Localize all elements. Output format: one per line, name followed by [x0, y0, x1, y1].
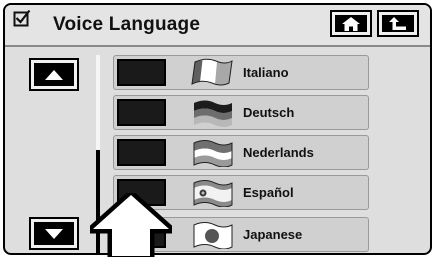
language-item-nederlands[interactable]: Nederlands [113, 135, 369, 170]
checkbox-checked-icon [13, 9, 31, 27]
page-title: Voice Language [53, 14, 201, 35]
spain-flag-icon [193, 180, 233, 207]
japan-flag-icon [193, 222, 233, 249]
selection-box [117, 139, 166, 166]
language-label: Italiano [243, 65, 289, 80]
scroll-down-button[interactable] [29, 217, 79, 250]
header-divider [5, 45, 430, 47]
language-label: Nederlands [243, 145, 314, 160]
language-label: Japanese [243, 227, 303, 242]
netherlands-flag-icon [193, 140, 233, 167]
germany-flag-icon [194, 100, 232, 127]
voice-language-screen: Voice Language Italiano Deutsch Nederlan… [3, 3, 432, 255]
back-button[interactable] [377, 10, 419, 37]
triangle-up-icon [45, 69, 63, 80]
scroll-up-button[interactable] [29, 58, 79, 91]
italy-flag-icon [191, 58, 233, 86]
language-label: Español [243, 185, 294, 200]
language-label: Deutsch [243, 105, 295, 120]
language-item-italiano[interactable]: Italiano [113, 55, 369, 90]
language-item-deutsch[interactable]: Deutsch [113, 95, 369, 130]
header-bar: Voice Language [5, 5, 430, 45]
up-arrow-pointer-icon [90, 193, 172, 257]
return-arrow-icon [389, 16, 406, 30]
selection-box [117, 59, 166, 86]
home-icon [342, 16, 360, 31]
triangle-down-icon [45, 228, 63, 239]
home-button[interactable] [330, 10, 372, 37]
selection-box [117, 99, 166, 126]
